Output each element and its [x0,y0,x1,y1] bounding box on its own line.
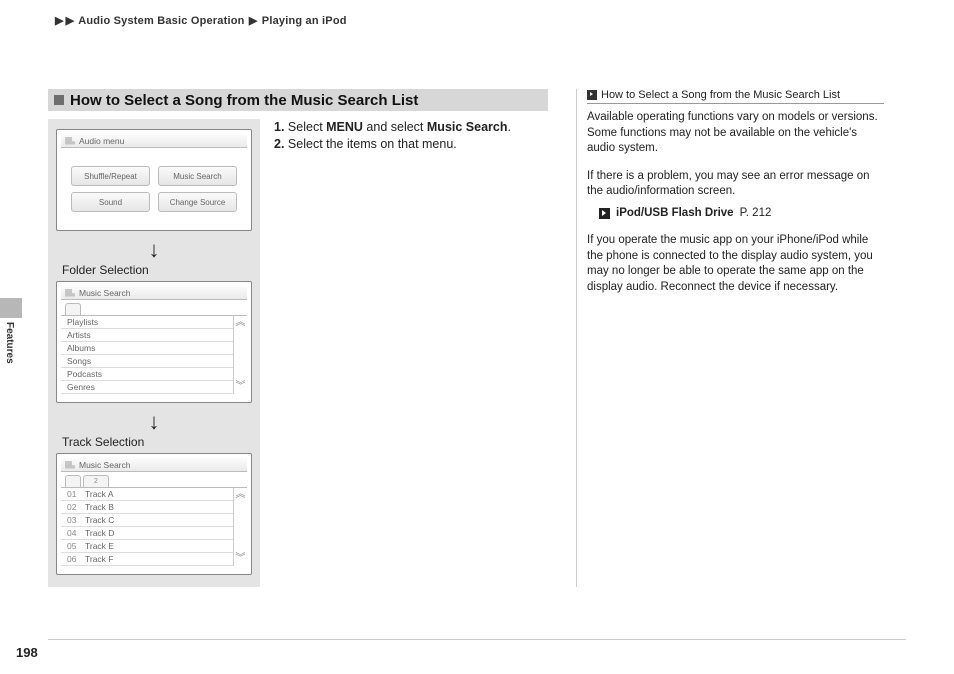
list-item[interactable]: Playlists [61,316,233,329]
menu-button[interactable]: Change Source [158,192,237,212]
list-item[interactable]: 06Track F [61,553,233,566]
footer-rule [48,639,906,640]
section-title: How to Select a Song from the Music Sear… [70,92,418,109]
list-item[interactable]: 04Track D [61,527,233,540]
screen-audio-menu: Audio menu Shuffle/Repeat Music Search S… [56,129,252,231]
music-note-icon [65,289,75,297]
list-item[interactable]: Albums [61,342,233,355]
screen-header: Audio menu [79,136,124,146]
sidebar-title: How to Select a Song from the Music Sear… [601,89,840,101]
music-note-icon [65,137,75,145]
breadcrumb-part: Playing an iPod [262,15,347,27]
page-number: 198 [16,645,38,660]
list-item[interactable]: 01Track A [61,488,233,501]
chevron-down-icon[interactable]: ︾ [236,382,246,392]
list-item[interactable]: 05Track E [61,540,233,553]
chevron-down-icon[interactable]: ︾ [236,554,246,564]
screen-header: Music Search [79,288,131,298]
list-item[interactable]: Artists [61,329,233,342]
breadcrumb-part: Audio System Basic Operation [78,15,244,27]
down-arrow-icon: ↓ [56,239,252,261]
section-tab-label: Features [4,322,15,364]
tab[interactable] [65,475,81,487]
xref-page: P. 212 [740,206,772,222]
square-bullet-icon [54,95,64,105]
list-item[interactable]: 02Track B [61,501,233,514]
menu-button[interactable]: Sound [71,192,150,212]
screen-music-search: Music Search Playlists Artists Albums So… [56,281,252,403]
list-item[interactable]: 03Track C [61,514,233,527]
tab[interactable]: 2 [83,475,109,487]
step-label: Track Selection [62,435,252,449]
scrollbar[interactable]: ︽ ︾ [233,488,247,566]
screenshots-panel: Audio menu Shuffle/Repeat Music Search S… [48,119,260,587]
sidebar-text: If you operate the music app on your iPh… [587,233,884,295]
sidebar-text: If there is a problem, you may see an er… [587,169,884,200]
tab[interactable] [65,303,81,315]
section-tab: Features [0,298,22,360]
scrollbar[interactable]: ︽ ︾ [233,316,247,394]
instruction-step: 1. Select MENU and select Music Search. [274,119,548,136]
screen-header: Music Search [79,460,131,470]
list-item[interactable]: Podcasts [61,368,233,381]
instruction-step: 2. Select the items on that menu. [274,136,548,153]
section-header: How to Select a Song from the Music Sear… [48,89,548,111]
info-box-icon [587,90,597,100]
chevron-icon: ▶ [55,15,64,27]
menu-button[interactable]: Shuffle/Repeat [71,166,150,186]
chevron-icon: ▶ [66,15,75,27]
chevron-up-icon[interactable]: ︽ [236,318,246,328]
menu-button[interactable]: Music Search [158,166,237,186]
list-item[interactable]: Genres [61,381,233,394]
xref-label: iPod/USB Flash Drive [616,206,734,222]
list-item[interactable]: Songs [61,355,233,368]
down-arrow-icon: ↓ [56,411,252,433]
instructions: 1. Select MENU and select Music Search. … [274,119,548,587]
music-note-icon [65,461,75,469]
chevron-up-icon[interactable]: ︽ [236,490,246,500]
cross-reference[interactable]: iPod/USB Flash Drive P. 212 [599,206,884,222]
arrow-box-icon [599,208,610,219]
step-label: Folder Selection [62,263,252,277]
sidebar-header: How to Select a Song from the Music Sear… [587,89,884,104]
screen-track-list: Music Search 2 01Track A 02Track B 03Tra… [56,453,252,575]
sidebar-text: Available operating functions vary on mo… [587,110,884,157]
chevron-icon: ▶ [249,15,258,27]
breadcrumb: ▶▶ Audio System Basic Operation ▶ Playin… [48,14,906,27]
